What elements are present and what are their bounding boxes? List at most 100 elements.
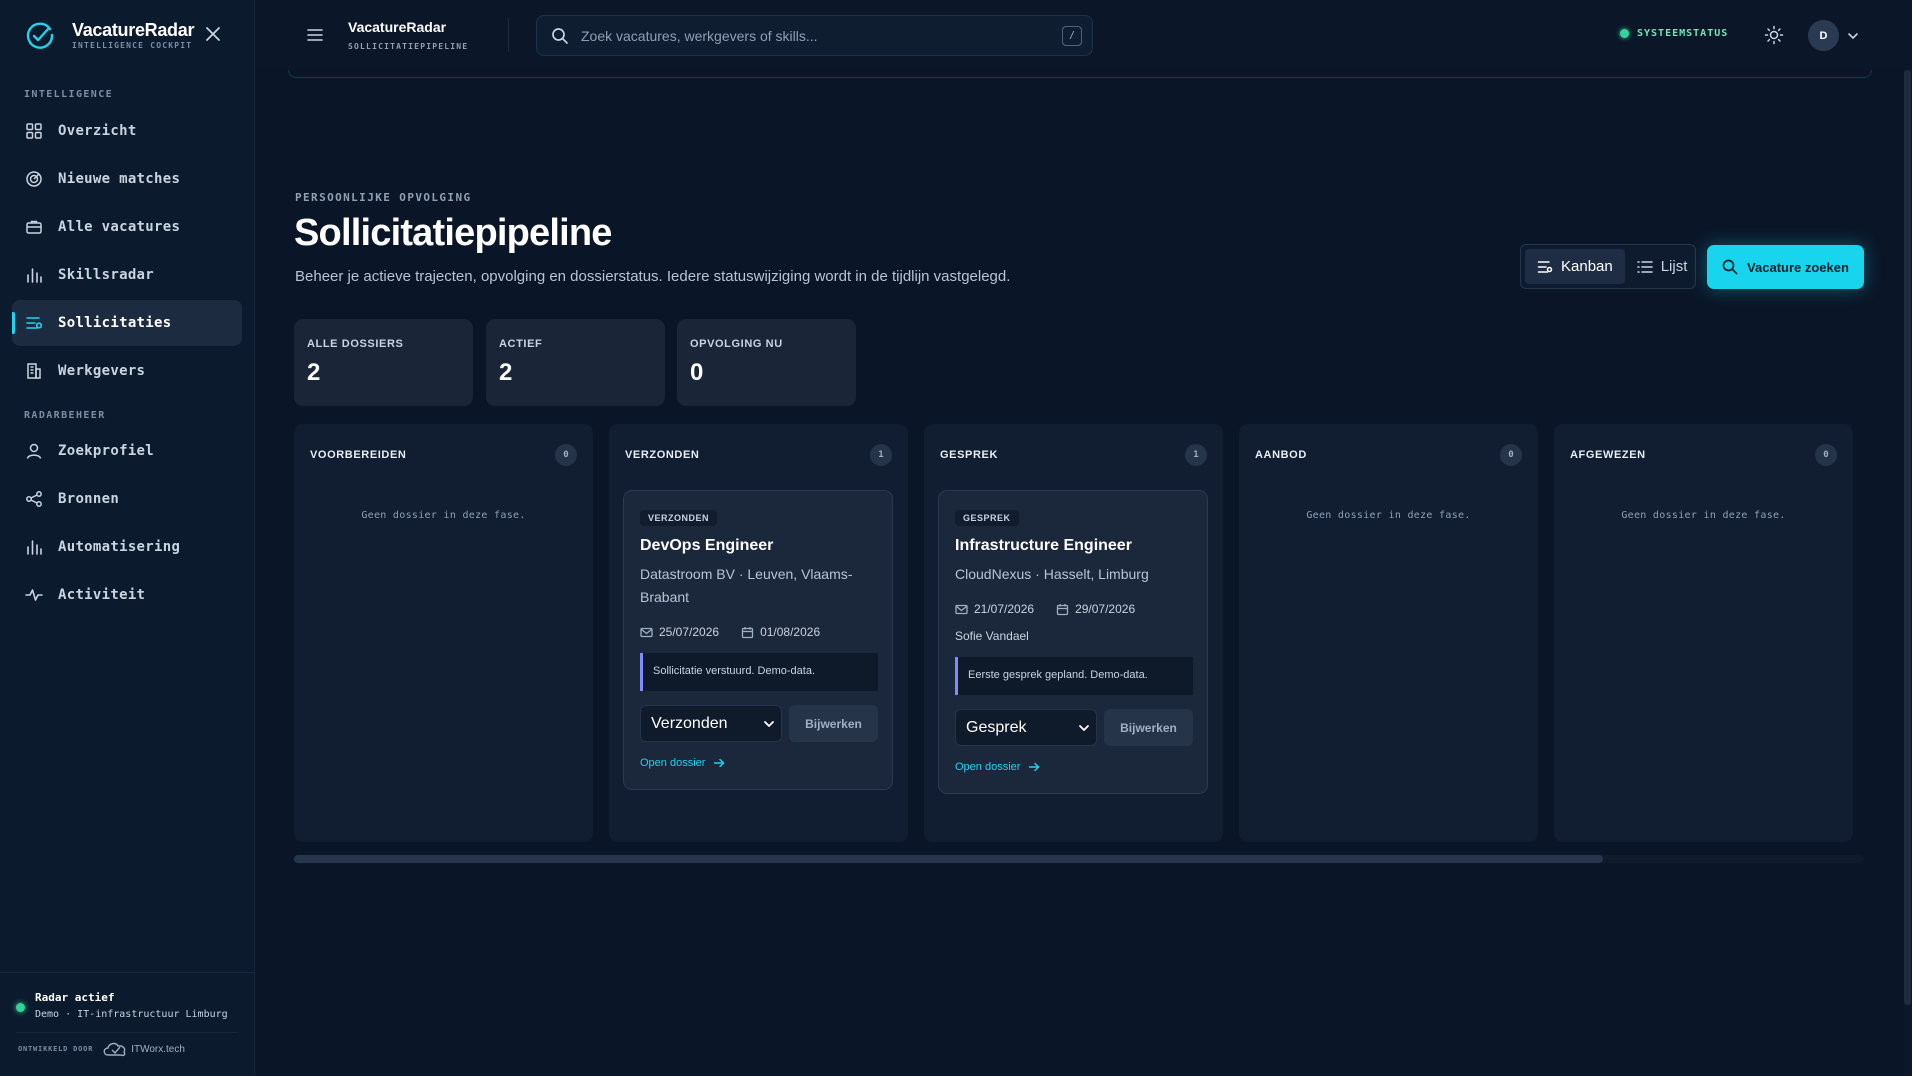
sidebar-item-automatisering[interactable]: Automatisering (12, 524, 242, 570)
page-eyebrow: PERSOONLIJKE OPVOLGING (295, 191, 472, 204)
sidebar-item-overzicht[interactable]: Overzicht (12, 108, 242, 154)
column-empty-text: Geen dossier in deze fase. (1621, 510, 1786, 521)
status-select[interactable]: Gesprek (955, 709, 1097, 746)
sidebar-item-alle-vacatures[interactable]: Alle vacatures (12, 204, 242, 250)
cta-label: Vacature zoeken (1747, 259, 1849, 275)
view-kanban-label: Kanban (1561, 258, 1613, 275)
sidebar-item-label: Sollicitaties (58, 315, 172, 331)
open-dossier-label: Open dossier (640, 757, 706, 769)
bar-chart-icon (27, 268, 42, 283)
brand-name: VacatureRadar (72, 20, 195, 40)
radar-logo-icon (26, 22, 54, 49)
kanban-scrollbar-thumb[interactable] (294, 855, 1603, 863)
briefcase-icon (26, 220, 42, 234)
kanban-column-voorbereiden: VOORBEREIDEN 0 Geen dossier in deze fase… (294, 424, 593, 842)
search-input[interactable] (581, 27, 1062, 44)
stat-label: ACTIEF (499, 338, 543, 350)
sidebar-item-label: Zoekprofiel (58, 443, 155, 459)
sidebar-item-nieuwe-matches[interactable]: Nieuwe matches (12, 156, 242, 202)
activity-icon (25, 589, 43, 601)
update-button[interactable]: Bijwerken (789, 705, 878, 742)
topbar-subtitle: SOLLICITATIEPIPELINE (348, 42, 469, 51)
brand[interactable]: VacatureRadar INTELLIGENCE COCKPIT (25, 20, 194, 50)
view-kanban-button[interactable]: Kanban (1525, 249, 1625, 284)
view-list-button[interactable]: Lijst (1625, 249, 1700, 284)
card-dates: 25/07/2026 01/08/2026 (640, 625, 842, 639)
share-icon (26, 491, 42, 507)
status-dot-icon (1620, 29, 1629, 38)
open-dossier-link[interactable]: Open dossier (955, 761, 1040, 773)
column-count-badge: 1 (870, 444, 892, 466)
search-icon (1722, 259, 1738, 275)
radar-status: Radar actief Demo · IT-infrastructuur Li… (0, 972, 255, 1032)
calendar-icon (741, 626, 754, 638)
page-title: Sollicitatiepipeline (294, 212, 612, 254)
system-status[interactable]: SYSTEEMSTATUS (1620, 28, 1728, 39)
column-empty-text: Geen dossier in deze fase. (1306, 510, 1471, 521)
page-scrollbar-thumb[interactable] (1904, 70, 1911, 1005)
column-count-badge: 0 (1815, 444, 1837, 466)
card-company: CloudNexus · Hasselt, Limburg (955, 566, 1149, 582)
column-count-badge: 0 (1500, 444, 1522, 466)
sidebar-item-werkgevers[interactable]: Werkgevers (12, 348, 242, 394)
stat-value: 2 (499, 359, 513, 386)
user-icon (26, 443, 42, 459)
sidebar-item-zoekprofiel[interactable]: Zoekprofiel (12, 428, 242, 474)
page-description: Beheer je actieve trajecten, opvolging e… (295, 268, 1011, 285)
kanban-icon (1537, 260, 1553, 273)
open-dossier-link[interactable]: Open dossier (640, 757, 725, 769)
column-title: AFGEWEZEN (1570, 449, 1646, 461)
sidebar-item-label: Skillsradar (58, 267, 155, 283)
stat-opvolging-nu: OPVOLGING NU 0 (677, 319, 856, 406)
developer-logo[interactable]: ITWorx.tech (101, 1040, 185, 1058)
chevron-down-icon[interactable] (1846, 29, 1860, 43)
menu-icon[interactable] (306, 26, 324, 44)
sidebar-item-skillsradar[interactable]: Skillsradar (12, 252, 242, 298)
topbar-accent-border (288, 70, 1872, 78)
card-company: Datastroom BV · Leuven, Vlaams-Brabant (640, 566, 853, 605)
card-dates: 21/07/2026 29/07/2026 (955, 602, 1157, 616)
search-bar[interactable]: / (536, 15, 1093, 56)
list-icon (1636, 260, 1653, 273)
followup-date-value: 01/08/2026 (760, 625, 821, 639)
sidebar-item-label: Overzicht (58, 123, 137, 139)
stat-alle-dossiers: ALLE DOSSIERS 2 (294, 319, 473, 406)
view-list-label: Lijst (1660, 258, 1688, 275)
sidebar-item-label: Nieuwe matches (58, 171, 181, 187)
mail-icon (640, 627, 653, 637)
sent-date-value: 25/07/2026 (659, 625, 720, 639)
update-button[interactable]: Bijwerken (1104, 709, 1193, 746)
brand-tagline: INTELLIGENCE COCKPIT (72, 41, 193, 50)
sent-date: 25/07/2026 (640, 625, 719, 639)
view-toggle: Kanban Lijst (1520, 244, 1696, 289)
application-card[interactable]: GESPREK Infrastructure Engineer CloudNex… (938, 490, 1208, 794)
stat-label: OPVOLGING NU (690, 338, 783, 350)
column-title: VERZONDEN (625, 449, 700, 461)
sidebar-item-sollicitaties[interactable]: Sollicitaties (12, 300, 242, 346)
avatar[interactable]: D (1808, 20, 1839, 51)
card-title[interactable]: Infrastructure Engineer (955, 537, 1132, 555)
sidebar-item-activiteit[interactable]: Activiteit (12, 572, 242, 618)
stat-label: ALLE DOSSIERS (307, 338, 404, 350)
status-select[interactable]: Verzonden (640, 705, 782, 742)
application-card[interactable]: VERZONDEN DevOps Engineer Datastroom BV … (623, 490, 893, 790)
kanban-column-afgewezen: AFGEWEZEN 0 Geen dossier in deze fase. (1554, 424, 1853, 842)
nav-group-intelligence: INTELLIGENCE (24, 89, 114, 100)
column-title: GESPREK (940, 449, 998, 461)
sun-icon[interactable] (1764, 25, 1784, 45)
card-title[interactable]: DevOps Engineer (640, 537, 773, 555)
stat-actief: ACTIEF 2 (486, 319, 665, 406)
card-contact: Sofie Vandael (955, 629, 1029, 643)
sidebar-item-label: Automatisering (58, 539, 181, 555)
column-count-badge: 1 (1185, 444, 1207, 466)
arrow-right-icon (1029, 762, 1040, 772)
sent-date-value: 21/07/2026 (974, 602, 1035, 616)
sidebar-item-label: Werkgevers (58, 363, 146, 379)
status-badge: VERZONDEN (640, 510, 718, 526)
vacature-zoeken-button[interactable]: Vacature zoeken (1707, 245, 1864, 289)
followup-date: 29/07/2026 (1056, 602, 1135, 616)
developer-name: ITWorx.tech (131, 1043, 185, 1055)
sidebar-item-bronnen[interactable]: Bronnen (12, 476, 242, 522)
close-icon[interactable] (203, 24, 223, 44)
open-dossier-label: Open dossier (955, 761, 1021, 773)
